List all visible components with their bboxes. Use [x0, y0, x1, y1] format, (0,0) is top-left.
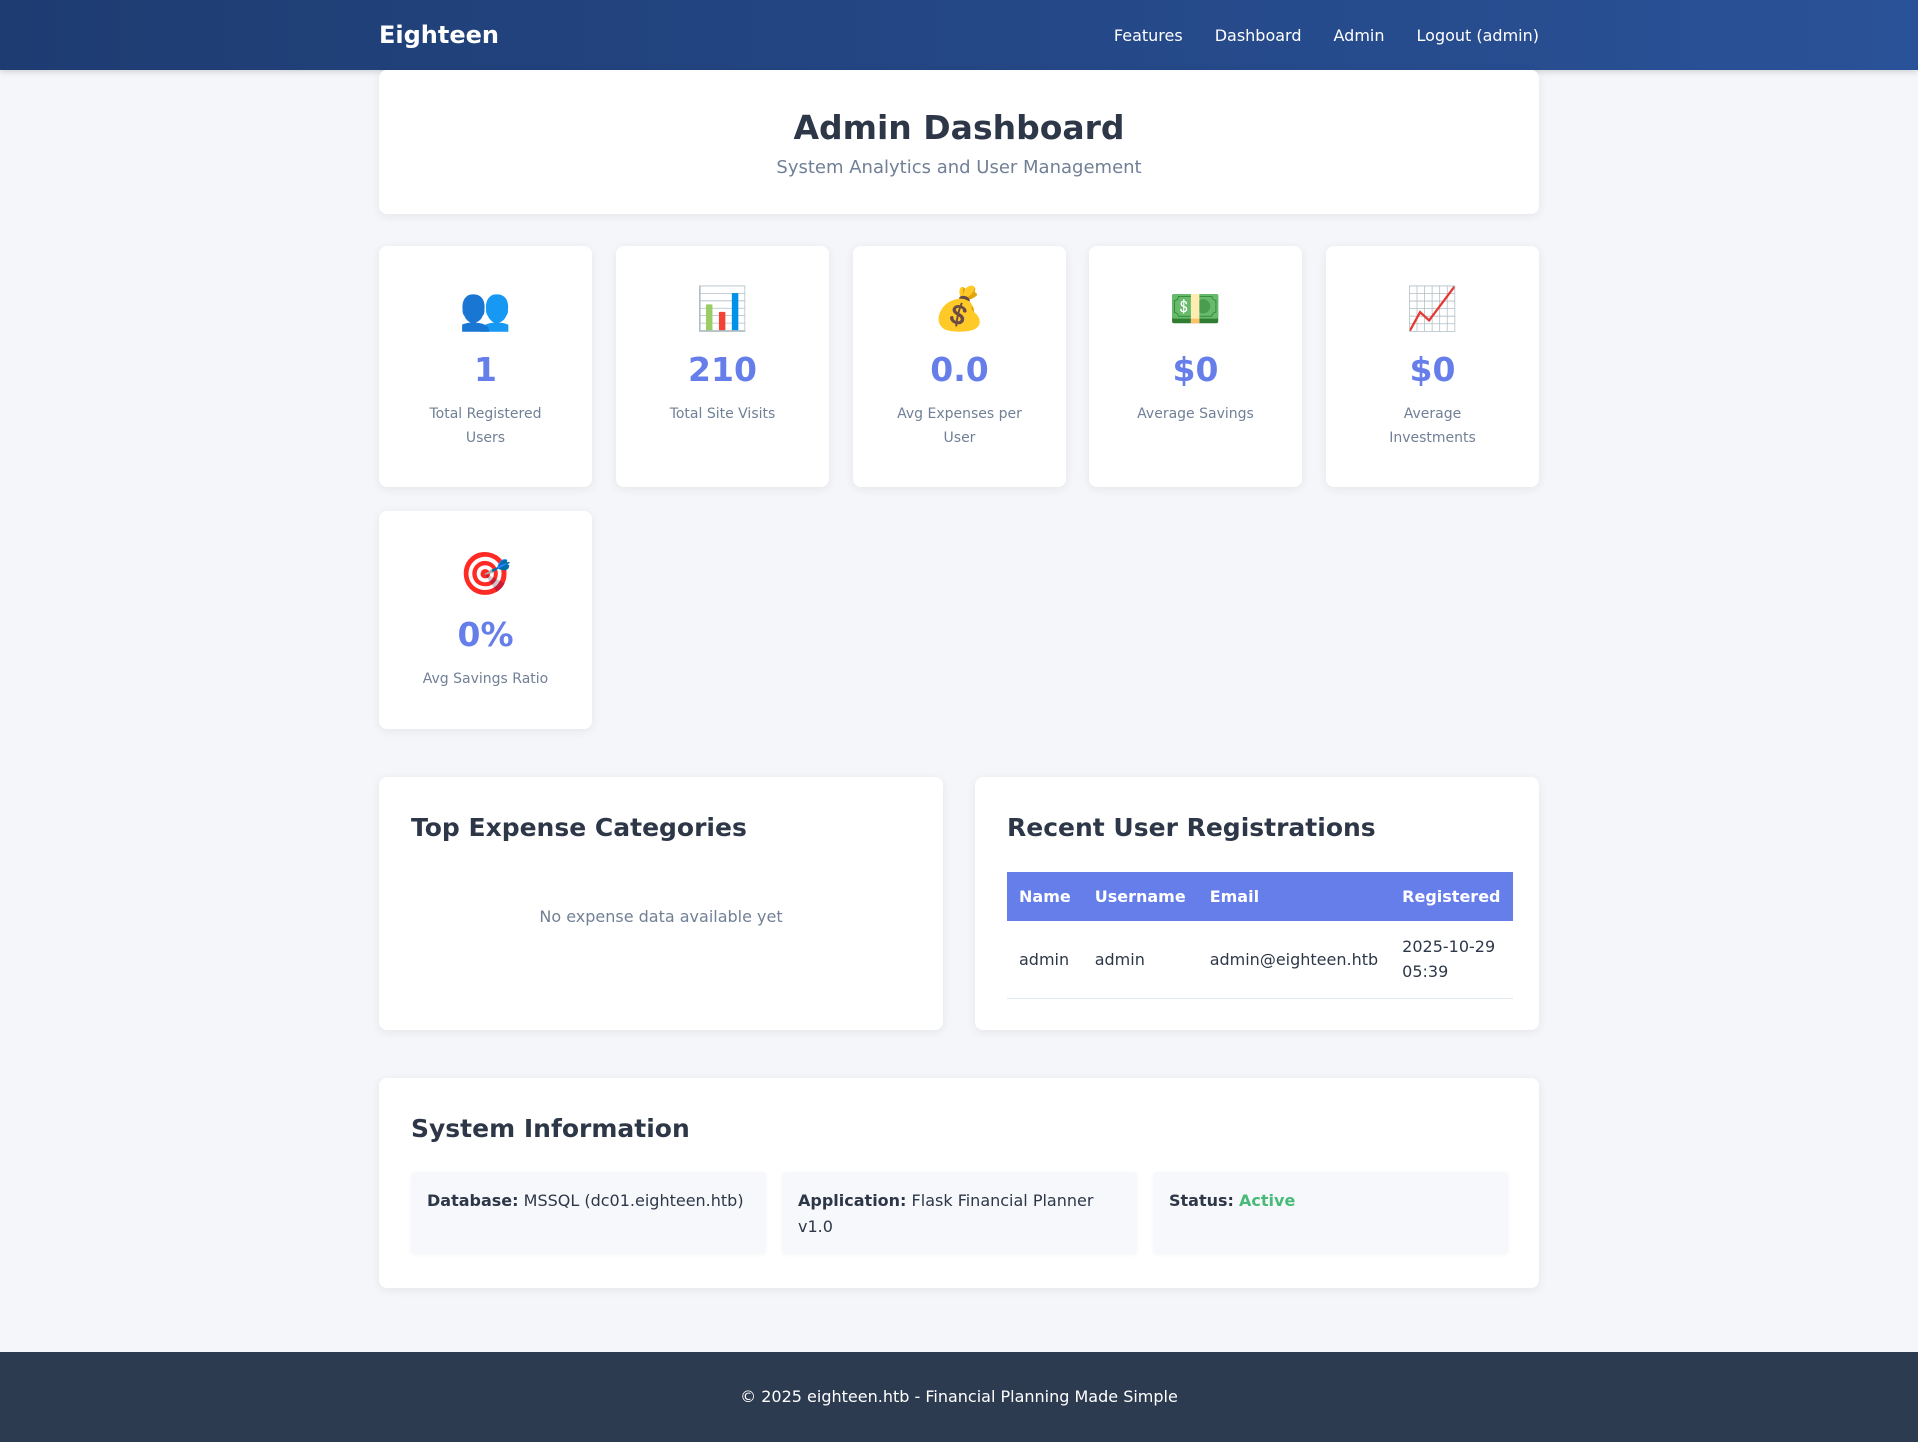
stat-label: Average Investments [1389, 406, 1476, 446]
column-header-username: Username [1094, 887, 1186, 906]
page-subtitle: System Analytics and User Management [776, 157, 1142, 178]
stat-card-total-users: 👥 1 Total Registered Users [379, 246, 592, 487]
expense-categories-title: Top Expense Categories [411, 813, 747, 842]
page-title: Admin Dashboard [793, 108, 1125, 147]
cell-name: admin [1007, 921, 1083, 999]
stat-card-avg-expenses: 💰 0.0 Avg Expenses per User [853, 246, 1066, 487]
page-footer: © 2025 eighteen.htb - Financial Planning… [0, 1352, 1918, 1442]
database-value: MSSQL (dc01.eighteen.htb) [523, 1191, 744, 1210]
database-label: Database: [427, 1191, 519, 1210]
page-header-card: Admin Dashboard System Analytics and Use… [379, 70, 1539, 214]
status-label: Status: [1169, 1191, 1234, 1210]
target-icon: 🎯 [459, 549, 512, 598]
stat-value: 0% [457, 615, 514, 654]
stat-card-site-visits: 📊 210 Total Site Visits [616, 246, 829, 487]
cell-email: admin@eighteen.htb [1197, 921, 1391, 999]
column-header-name: Name [1019, 887, 1071, 906]
stat-value: $0 [1172, 350, 1219, 389]
stat-label: Avg Savings Ratio [422, 671, 549, 687]
stat-label: Total Site Visits [669, 406, 776, 422]
application-label: Application: [798, 1191, 907, 1210]
top-navbar: Eighteen Features Dashboard Admin Logout… [0, 0, 1918, 70]
money-bag-icon: 💰 [933, 284, 986, 333]
system-information-title: System Information [411, 1114, 690, 1143]
stat-card-avg-investments: 📈 $0 Average Investments [1326, 246, 1539, 487]
trend-up-icon: 📈 [1406, 284, 1459, 333]
nav-link-features[interactable]: Features [1114, 26, 1183, 45]
stat-value: $0 [1409, 350, 1456, 389]
info-status: Status: Active [1153, 1172, 1508, 1254]
info-database: Database: MSSQL (dc01.eighteen.htb) [411, 1172, 766, 1254]
bar-chart-icon: 📊 [696, 284, 749, 333]
recent-registrations-card: Recent User Registrations Name Username … [975, 777, 1539, 1030]
recent-registrations-title: Recent User Registrations [1007, 813, 1376, 842]
status-badge: Active [1239, 1191, 1296, 1210]
stat-label: Total Registered Users [429, 406, 542, 446]
nav-link-admin[interactable]: Admin [1334, 26, 1385, 45]
info-application: Application: Flask Financial Planner v1.… [782, 1172, 1137, 1254]
table-header-row: Name Username Email Registered [1007, 872, 1513, 921]
users-icon: 👥 [459, 284, 512, 333]
stat-value: 1 [474, 350, 497, 389]
navbar-inner: Eighteen Features Dashboard Admin Logout… [379, 0, 1539, 70]
stat-value: 210 [688, 350, 757, 389]
cell-registered: 2025-10-29 05:39 [1390, 921, 1513, 999]
registrations-table: Name Username Email Registered admin adm… [1007, 872, 1513, 999]
system-information-card: System Information Database: MSSQL (dc01… [379, 1078, 1539, 1288]
expense-categories-card: Top Expense Categories No expense data a… [379, 777, 943, 1030]
stat-label: Avg Expenses per User [897, 406, 1022, 446]
nav-link-dashboard[interactable]: Dashboard [1215, 26, 1302, 45]
column-header-email: Email [1209, 887, 1260, 906]
stat-card-avg-savings: 💵 $0 Average Savings [1089, 246, 1302, 487]
nav-link-logout[interactable]: Logout (admin) [1417, 26, 1539, 45]
column-header-registered: Registered [1402, 887, 1501, 906]
dollar-bill-icon: 💵 [1169, 284, 1222, 333]
nav-links: Features Dashboard Admin Logout (admin) [1114, 26, 1539, 45]
stat-value: 0.0 [930, 350, 989, 389]
brand-logo-link[interactable]: Eighteen [379, 21, 499, 49]
table-row: admin admin admin@eighteen.htb 2025-10-2… [1007, 921, 1513, 999]
expense-empty-message: No expense data available yet [539, 907, 783, 926]
stat-card-savings-ratio: 🎯 0% Avg Savings Ratio [379, 511, 592, 729]
cell-username: admin [1082, 921, 1198, 999]
stat-label: Average Savings [1137, 406, 1254, 422]
footer-text: © 2025 eighteen.htb - Financial Planning… [740, 1387, 1178, 1406]
